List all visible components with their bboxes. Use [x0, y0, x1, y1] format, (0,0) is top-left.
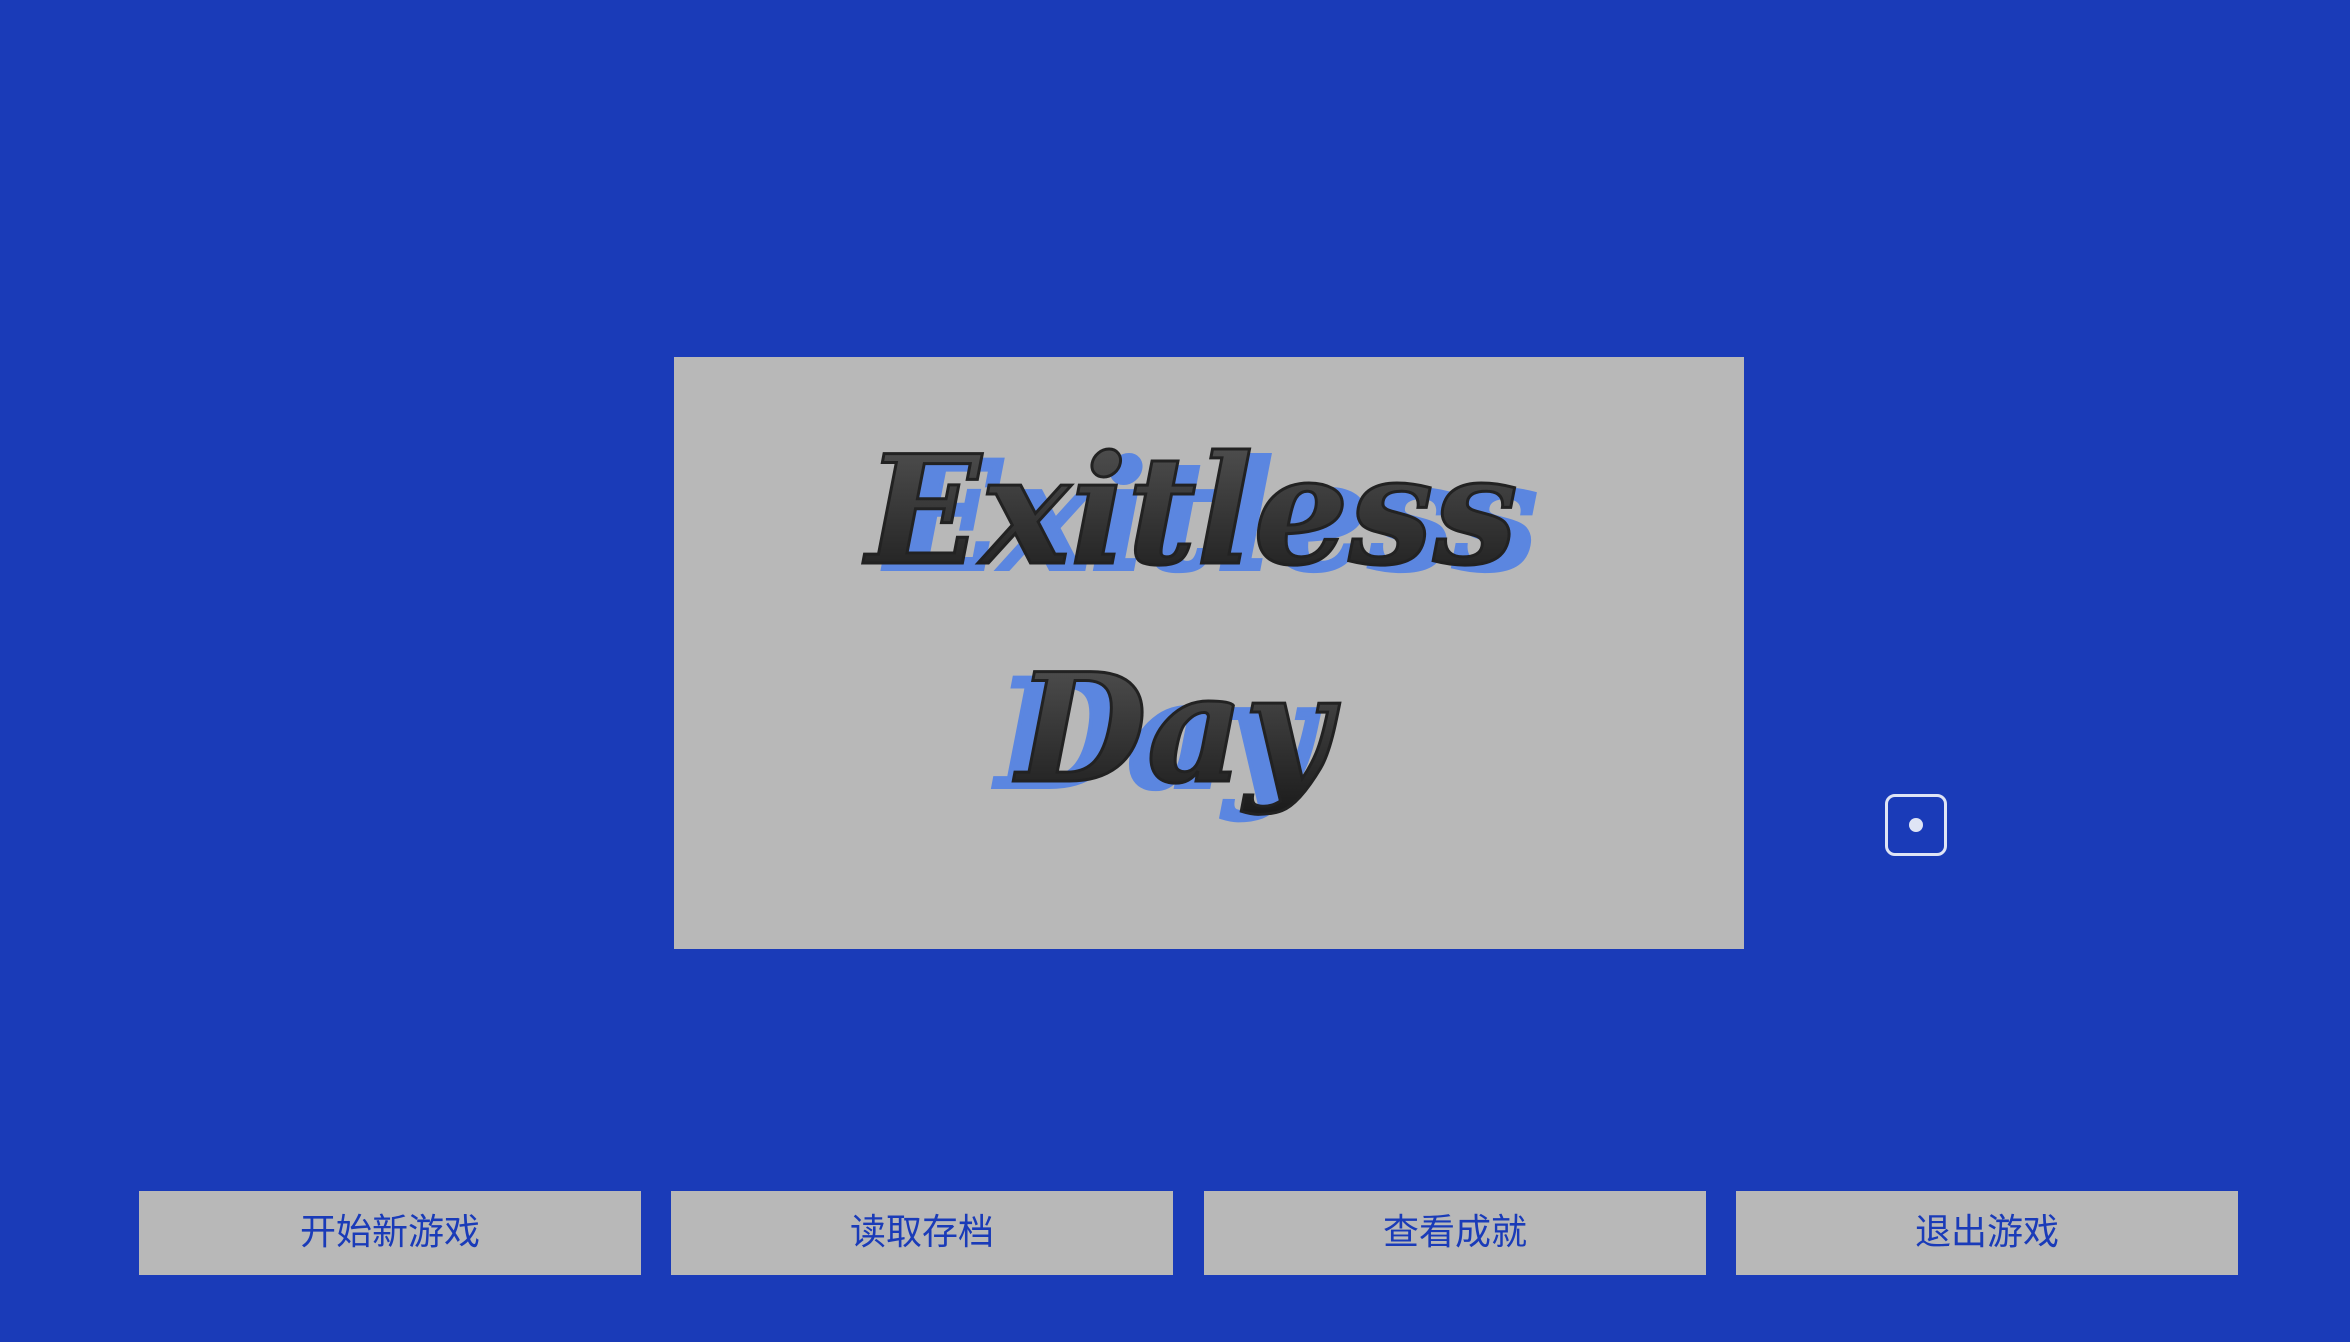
new-game-button[interactable]: 开始新游戏	[139, 1191, 641, 1275]
logo-line2: Day	[1013, 641, 1340, 817]
dice-one-icon	[1909, 818, 1923, 832]
quit-game-button[interactable]: 退出游戏	[1736, 1191, 2238, 1275]
achievements-button[interactable]: 查看成就	[1204, 1191, 1706, 1275]
main-menu-screen: Exitless Exitless Day Day 开始新游戏 读取存档 查看成…	[0, 0, 2350, 1342]
logo-line1: Exitless	[862, 423, 1517, 599]
game-logo: Exitless Exitless Day Day	[861, 422, 1540, 826]
title-logo-panel: Exitless Exitless Day Day	[674, 357, 1744, 949]
main-menu: 开始新游戏 读取存档 查看成就 退出游戏	[139, 1191, 2238, 1275]
load-save-button[interactable]: 读取存档	[671, 1191, 1173, 1275]
dice-button[interactable]	[1885, 794, 1947, 856]
